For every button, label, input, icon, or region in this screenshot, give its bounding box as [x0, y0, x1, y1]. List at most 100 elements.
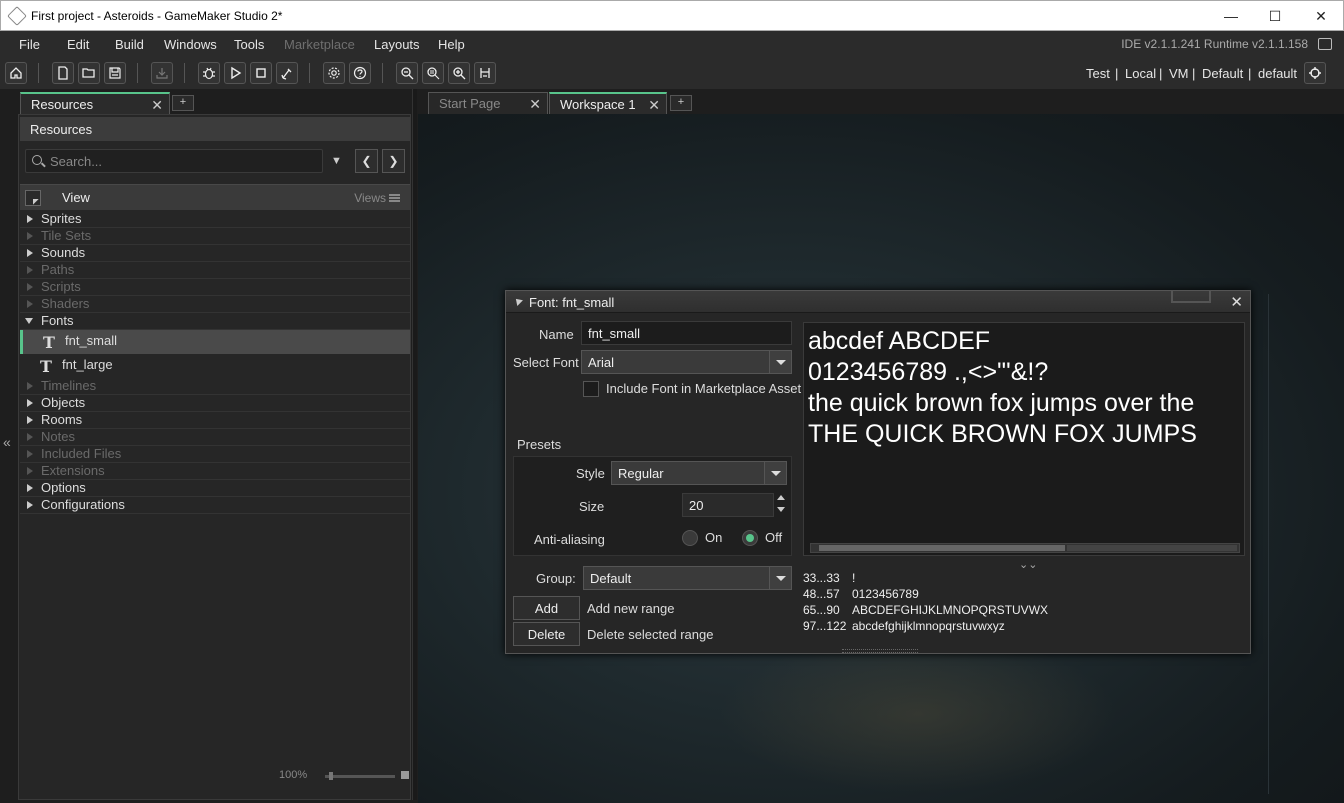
tree-shaders[interactable]: Shaders: [20, 296, 410, 313]
tree-tile-sets[interactable]: Tile Sets: [20, 228, 410, 245]
aa-on-radio[interactable]: [682, 530, 698, 546]
menu-help[interactable]: Help: [438, 37, 465, 52]
menu-build[interactable]: Build: [115, 37, 144, 52]
zoom-max-icon[interactable]: [401, 771, 409, 779]
gamepad-icon[interactable]: [474, 62, 496, 84]
expand-arrow-icon[interactable]: [27, 266, 33, 274]
font-editor-titlebar[interactable]: Font: fnt_small ✕: [506, 291, 1250, 313]
open-project-icon[interactable]: [78, 62, 100, 84]
add-tab-button[interactable]: +: [172, 95, 194, 111]
search-input[interactable]: [50, 153, 310, 169]
hamburger-icon[interactable]: [389, 194, 400, 202]
size-stepper[interactable]: [776, 493, 786, 515]
expand-arrow-icon[interactable]: [27, 249, 33, 257]
expand-arrow-icon[interactable]: [27, 382, 33, 390]
range-row[interactable]: 48...57 0123456789: [803, 587, 919, 601]
expand-preview-icon[interactable]: ⌄⌄: [1019, 558, 1037, 571]
collapse-panel-icon[interactable]: «: [3, 434, 11, 450]
expand-arrow-icon[interactable]: [27, 501, 33, 509]
collapse-arrow-icon[interactable]: [25, 318, 33, 324]
add-workspace-button[interactable]: +: [670, 95, 692, 111]
zoom-reset-icon[interactable]: [422, 62, 444, 84]
menu-tools[interactable]: Tools: [234, 37, 264, 52]
tab-resources[interactable]: Resources ✕: [20, 92, 170, 114]
zoom-out-icon[interactable]: [396, 62, 418, 84]
name-field[interactable]: fnt_small: [581, 321, 792, 345]
zoom-in-icon[interactable]: [448, 62, 470, 84]
resize-grip[interactable]: [842, 649, 918, 653]
include-font-checkbox[interactable]: [583, 381, 599, 397]
views-menu-label[interactable]: Views: [354, 191, 386, 205]
tree-sprites[interactable]: Sprites: [20, 211, 410, 228]
zoom-slider-handle[interactable]: [329, 772, 333, 780]
style-select[interactable]: Regular: [611, 461, 787, 485]
target-device[interactable]: Local: [1125, 66, 1156, 81]
target-runtime[interactable]: default: [1258, 66, 1297, 81]
expand-arrow-icon[interactable]: [27, 399, 33, 407]
menu-file[interactable]: File: [19, 37, 40, 52]
scrollbar-thumb[interactable]: [819, 545, 1065, 551]
expand-arrow-icon[interactable]: [27, 215, 33, 223]
settings-gear-icon[interactable]: [323, 62, 345, 84]
expand-arrow-icon[interactable]: [27, 450, 33, 458]
expand-arrow-icon[interactable]: [27, 283, 33, 291]
tree-timelines[interactable]: Timelines: [20, 378, 410, 395]
aa-off-radio[interactable]: [742, 530, 758, 546]
expand-arrow-icon[interactable]: [27, 416, 33, 424]
close-window-button[interactable]: ✕: [1298, 1, 1344, 31]
close-icon[interactable]: ✕: [151, 97, 163, 114]
close-icon[interactable]: ✕: [1230, 293, 1243, 311]
tree-item-fnt-small[interactable]: Tfnt_small: [20, 330, 410, 354]
expand-arrow-icon[interactable]: [27, 467, 33, 475]
expand-arrow-icon[interactable]: [27, 484, 33, 492]
tree-rooms[interactable]: Rooms: [20, 412, 410, 429]
range-row[interactable]: 65...90 ABCDEFGHIJKLMNOPQRSTUVWX: [803, 603, 1048, 617]
close-icon[interactable]: ✕: [529, 96, 541, 113]
chat-icon[interactable]: [1318, 38, 1332, 50]
expand-arrow-icon[interactable]: [27, 433, 33, 441]
add-range-button[interactable]: Add: [513, 596, 580, 620]
target-output[interactable]: VM: [1169, 66, 1189, 81]
chevron-down-icon[interactable]: ▼: [331, 155, 342, 167]
nav-back-button[interactable]: ❮: [355, 149, 378, 173]
menu-edit[interactable]: Edit: [67, 37, 89, 52]
panel-splitter[interactable]: [412, 89, 417, 800]
help-icon[interactable]: [349, 62, 371, 84]
chevron-down-icon[interactable]: [769, 567, 791, 589]
target-platform[interactable]: Test: [1086, 66, 1110, 81]
new-project-icon[interactable]: [52, 62, 74, 84]
minimize-button[interactable]: —: [1208, 1, 1254, 31]
tree-scripts[interactable]: Scripts: [20, 279, 410, 296]
collapse-view-icon[interactable]: [25, 190, 41, 206]
size-field[interactable]: 20: [682, 493, 774, 517]
tree-objects[interactable]: Objects: [20, 395, 410, 412]
close-icon[interactable]: ✕: [648, 97, 660, 114]
menu-marketplace[interactable]: Marketplace: [284, 37, 355, 52]
run-icon[interactable]: [224, 62, 246, 84]
expand-arrow-icon[interactable]: [27, 300, 33, 308]
preview-scrollbar[interactable]: [810, 543, 1240, 553]
nav-forward-button[interactable]: ❯: [382, 149, 405, 173]
create-executable-icon[interactable]: [151, 62, 173, 84]
chevron-down-icon[interactable]: [769, 351, 791, 373]
stop-icon[interactable]: [250, 62, 272, 84]
clean-icon[interactable]: [276, 62, 298, 84]
tree-sounds[interactable]: Sounds: [20, 245, 410, 262]
target-config[interactable]: Default: [1202, 66, 1243, 81]
zoom-slider[interactable]: [325, 775, 395, 778]
group-select[interactable]: Default: [583, 566, 792, 590]
maximize-button[interactable]: ☐: [1252, 1, 1298, 31]
tree-included-files[interactable]: Included Files: [20, 446, 410, 463]
save-icon[interactable]: [104, 62, 126, 84]
tree-item-fnt-large[interactable]: Tfnt_large: [20, 354, 410, 378]
font-select[interactable]: Arial: [581, 350, 792, 374]
stepper-up-icon[interactable]: [777, 495, 785, 500]
debug-icon[interactable]: [198, 62, 220, 84]
tree-options[interactable]: Options: [20, 480, 410, 497]
tree-fonts[interactable]: Fonts: [20, 313, 410, 330]
tree-paths[interactable]: Paths: [20, 262, 410, 279]
menu-layouts[interactable]: Layouts: [374, 37, 420, 52]
range-row[interactable]: 33...33!: [803, 571, 855, 585]
home-icon[interactable]: [5, 62, 27, 84]
tree-notes[interactable]: Notes: [20, 429, 410, 446]
